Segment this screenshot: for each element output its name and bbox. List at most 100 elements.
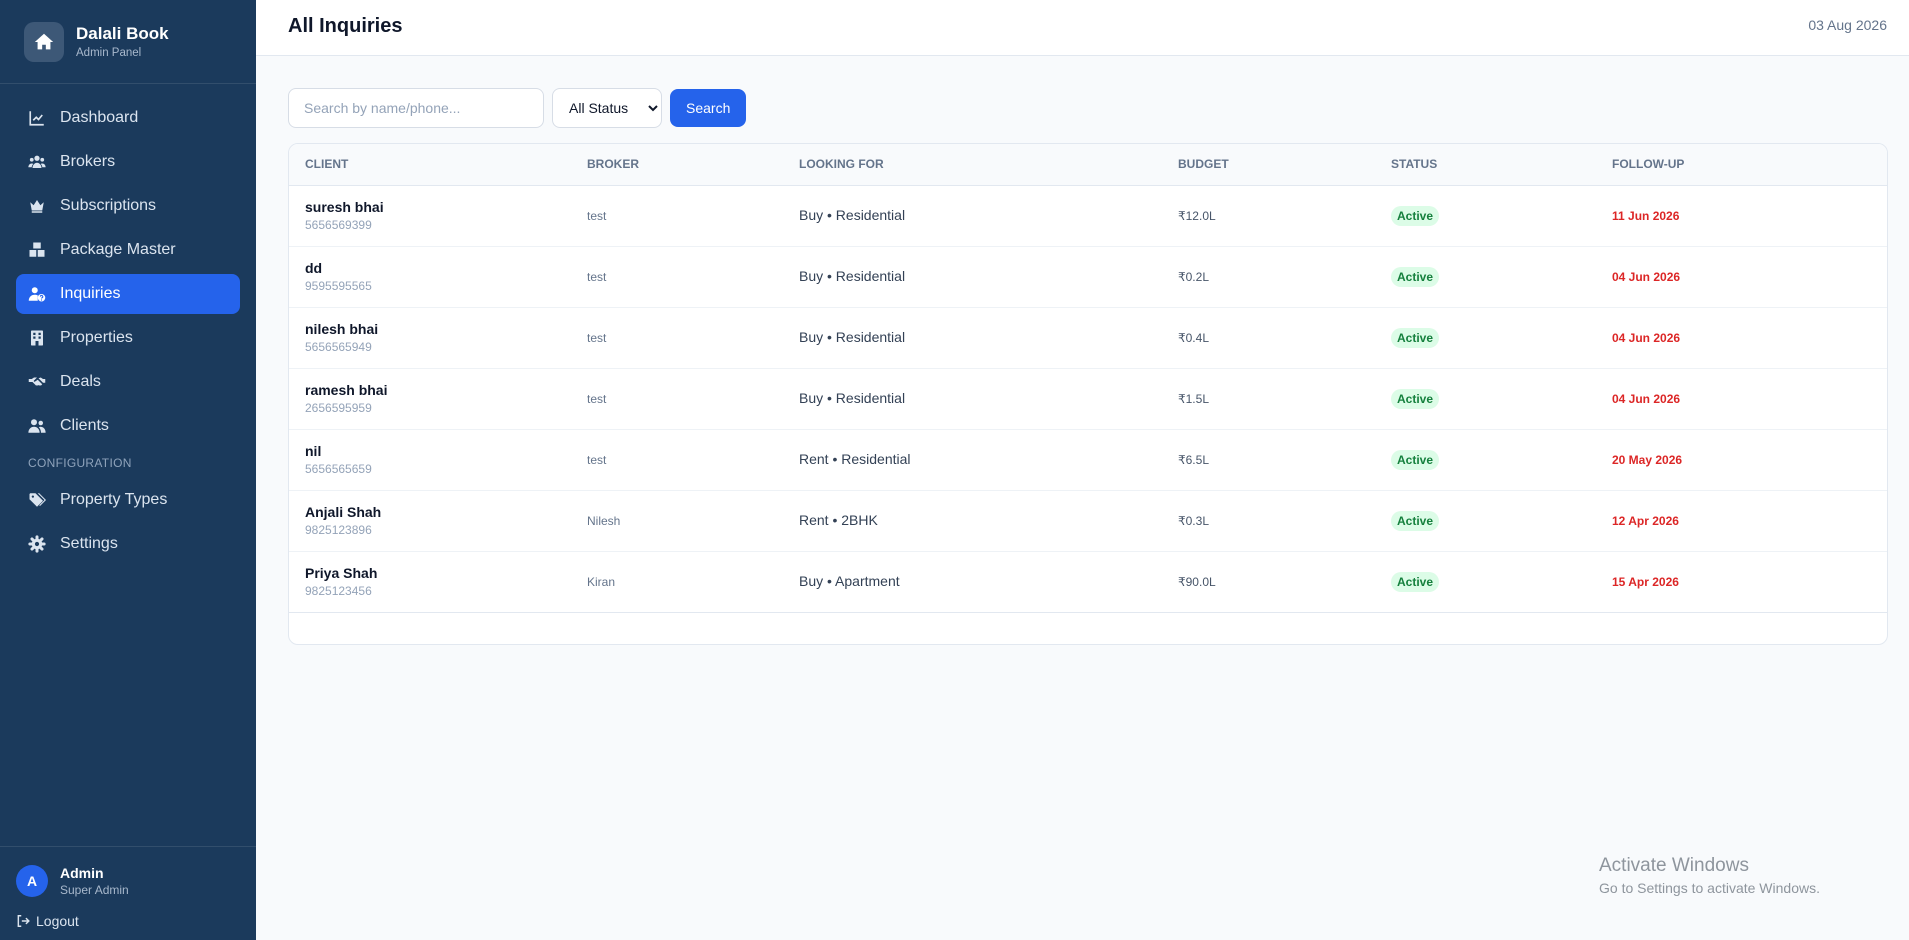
broker-name: test [587, 330, 607, 345]
chart-line-icon [29, 111, 44, 126]
page-title: All Inquiries [288, 15, 403, 37]
broker-name: Kiran [587, 574, 616, 589]
client-name: Anjali Shah [305, 504, 382, 520]
user-group-icon [28, 419, 46, 433]
follow-up-date: 04 Jun 2026 [1612, 391, 1681, 406]
looking-for: Buy • Apartment [799, 572, 900, 589]
sidebar-nav: Dashboard Brokers Subscriptions Package … [16, 98, 240, 568]
inquiries-table-card: CLIENT BROKER LOOKING FOR BUDGET STATUS … [288, 143, 1888, 645]
logout-button[interactable]: Logout [16, 913, 79, 929]
table-row[interactable]: Anjali Shah 9825123896 Nilesh Rent • 2BHK… [289, 490, 1887, 551]
budget: ₹0.3L [1178, 513, 1209, 528]
top-bar: All Inquiries 03 Aug 2026 [256, 0, 1909, 56]
sidebar-item-label: Property Types [60, 491, 168, 508]
current-date: 03 Aug 2026 [1808, 17, 1887, 33]
broker-name: test [587, 269, 607, 284]
inquiries-table: CLIENT BROKER LOOKING FOR BUDGET STATUS … [289, 144, 1887, 613]
client-phone: 5656565949 [305, 340, 372, 354]
table-row[interactable]: ramesh bhai 2656595959 test Buy • Residen… [289, 368, 1887, 429]
budget: ₹0.4L [1178, 330, 1209, 345]
client-name: nilesh bhai [305, 321, 379, 337]
user-profile[interactable]: A Admin Super Admin [16, 865, 129, 897]
home-icon [24, 21, 64, 62]
client-name: nil [305, 443, 322, 459]
client-name: suresh bhai [305, 199, 384, 215]
table-row[interactable]: dd 9595595565 test Buy • Residential ₹0.2… [289, 246, 1887, 307]
column-header-broker: BROKER [587, 144, 799, 186]
sidebar-item-label: Inquiries [60, 285, 121, 302]
looking-for: Buy • Residential [799, 328, 906, 345]
sidebar-footer: A Admin Super Admin Logout [0, 846, 256, 940]
client-name: ramesh bhai [305, 382, 388, 398]
client-phone: 2656595959 [305, 401, 372, 415]
nav-section-configuration: CONFIGURATION [28, 456, 132, 470]
sidebar-item-label: Properties [60, 329, 133, 346]
client-phone: 9825123896 [305, 523, 372, 537]
follow-up-date: 11 Jun 2026 [1612, 208, 1680, 223]
avatar: A [16, 865, 48, 897]
column-header-status: STATUS [1391, 144, 1612, 186]
watermark-title: Activate Windows [1599, 855, 1749, 876]
looking-for: Buy • Residential [799, 206, 906, 223]
client-phone: 9595595565 [305, 279, 372, 293]
table-row[interactable]: Priya Shah 9825123456 Kiran Buy • Apartme… [289, 551, 1887, 612]
users-icon [28, 155, 46, 168]
sidebar-item-label: Subscriptions [60, 197, 157, 214]
budget: ₹12.0L [1178, 208, 1216, 223]
user-name: Admin [60, 865, 104, 881]
status-badge: Active [1391, 510, 1440, 531]
filter-bar: All Status Search [288, 88, 747, 128]
user-role: Super Admin [60, 883, 129, 897]
broker-name: test [587, 208, 607, 223]
column-header-follow-up: FOLLOW-UP [1612, 144, 1887, 186]
table-row[interactable]: nilesh bhai 5656565949 test Buy • Residen… [289, 307, 1887, 368]
looking-for: Buy • Residential [799, 267, 906, 284]
table-row[interactable]: nil 5656565659 test Rent • Residential ₹6… [289, 429, 1887, 490]
broker-name: Nilesh [587, 513, 621, 528]
search-button[interactable]: Search [670, 89, 747, 127]
sidebar-item-label: Brokers [60, 153, 116, 170]
sidebar: Dalali Book Admin Panel Dashboard Broker… [0, 0, 256, 940]
status-badge: Active [1391, 449, 1440, 470]
sidebar-item-property-types[interactable]: Property Types [16, 480, 240, 520]
watermark-subtitle: Go to Settings to activate Windows. [1599, 880, 1820, 896]
logout-label: Logout [36, 913, 79, 929]
follow-up-date: 20 May 2026 [1612, 452, 1683, 467]
looking-for: Rent • 2BHK [799, 511, 878, 528]
client-name: dd [305, 260, 323, 276]
sidebar-item-settings[interactable]: Settings [16, 524, 240, 564]
client-phone: 5656569399 [305, 218, 372, 232]
boxes-icon [29, 242, 45, 257]
follow-up-date: 04 Jun 2026 [1612, 269, 1681, 284]
sidebar-item-brokers[interactable]: Brokers [16, 142, 240, 182]
sidebar-item-deals[interactable]: Deals [16, 362, 240, 402]
budget: ₹0.2L [1178, 269, 1209, 284]
budget: ₹6.5L [1178, 452, 1209, 467]
search-input[interactable] [288, 88, 544, 128]
status-badge: Active [1391, 327, 1440, 348]
column-header-budget: BUDGET [1178, 144, 1391, 186]
tags-icon [29, 493, 46, 507]
sidebar-item-subscriptions[interactable]: Subscriptions [16, 186, 240, 226]
looking-for: Buy • Residential [799, 389, 906, 406]
column-header-looking-for: LOOKING FOR [799, 144, 1178, 186]
follow-up-date: 12 Apr 2026 [1612, 513, 1679, 528]
client-phone: 9825123456 [305, 584, 372, 598]
budget: ₹1.5L [1178, 391, 1209, 406]
budget: ₹90.0L [1178, 574, 1216, 589]
table-header-row: CLIENT BROKER LOOKING FOR BUDGET STATUS … [289, 144, 1887, 186]
building-icon [31, 330, 43, 346]
sidebar-item-properties[interactable]: Properties [16, 318, 240, 358]
sidebar-item-clients[interactable]: Clients [16, 406, 240, 446]
follow-up-date: 15 Apr 2026 [1612, 574, 1679, 589]
sidebar-item-inquiries[interactable]: Inquiries [16, 274, 240, 314]
crown-icon [30, 200, 44, 213]
sidebar-item-package-master[interactable]: Package Master [16, 230, 240, 270]
brand-title: Dalali Book [76, 24, 169, 43]
sidebar-item-dashboard[interactable]: Dashboard [16, 98, 240, 138]
status-badge: Active [1391, 266, 1440, 287]
handshake-icon [28, 377, 46, 386]
table-row[interactable]: suresh bhai 5656569399 test Buy • Residen… [289, 185, 1887, 246]
sidebar-item-label: Package Master [60, 241, 176, 258]
status-select[interactable]: All Status [552, 88, 662, 128]
